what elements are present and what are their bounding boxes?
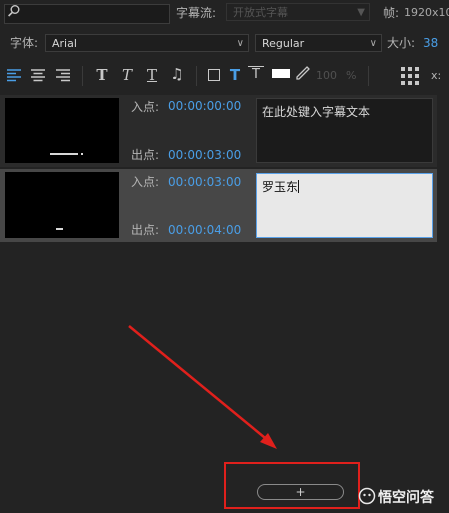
watermark-logo-icon — [358, 487, 376, 505]
annotation-arrow — [128, 325, 277, 449]
add-caption-button[interactable]: + — [257, 484, 344, 500]
watermark-text: 悟空问答 — [378, 490, 434, 506]
